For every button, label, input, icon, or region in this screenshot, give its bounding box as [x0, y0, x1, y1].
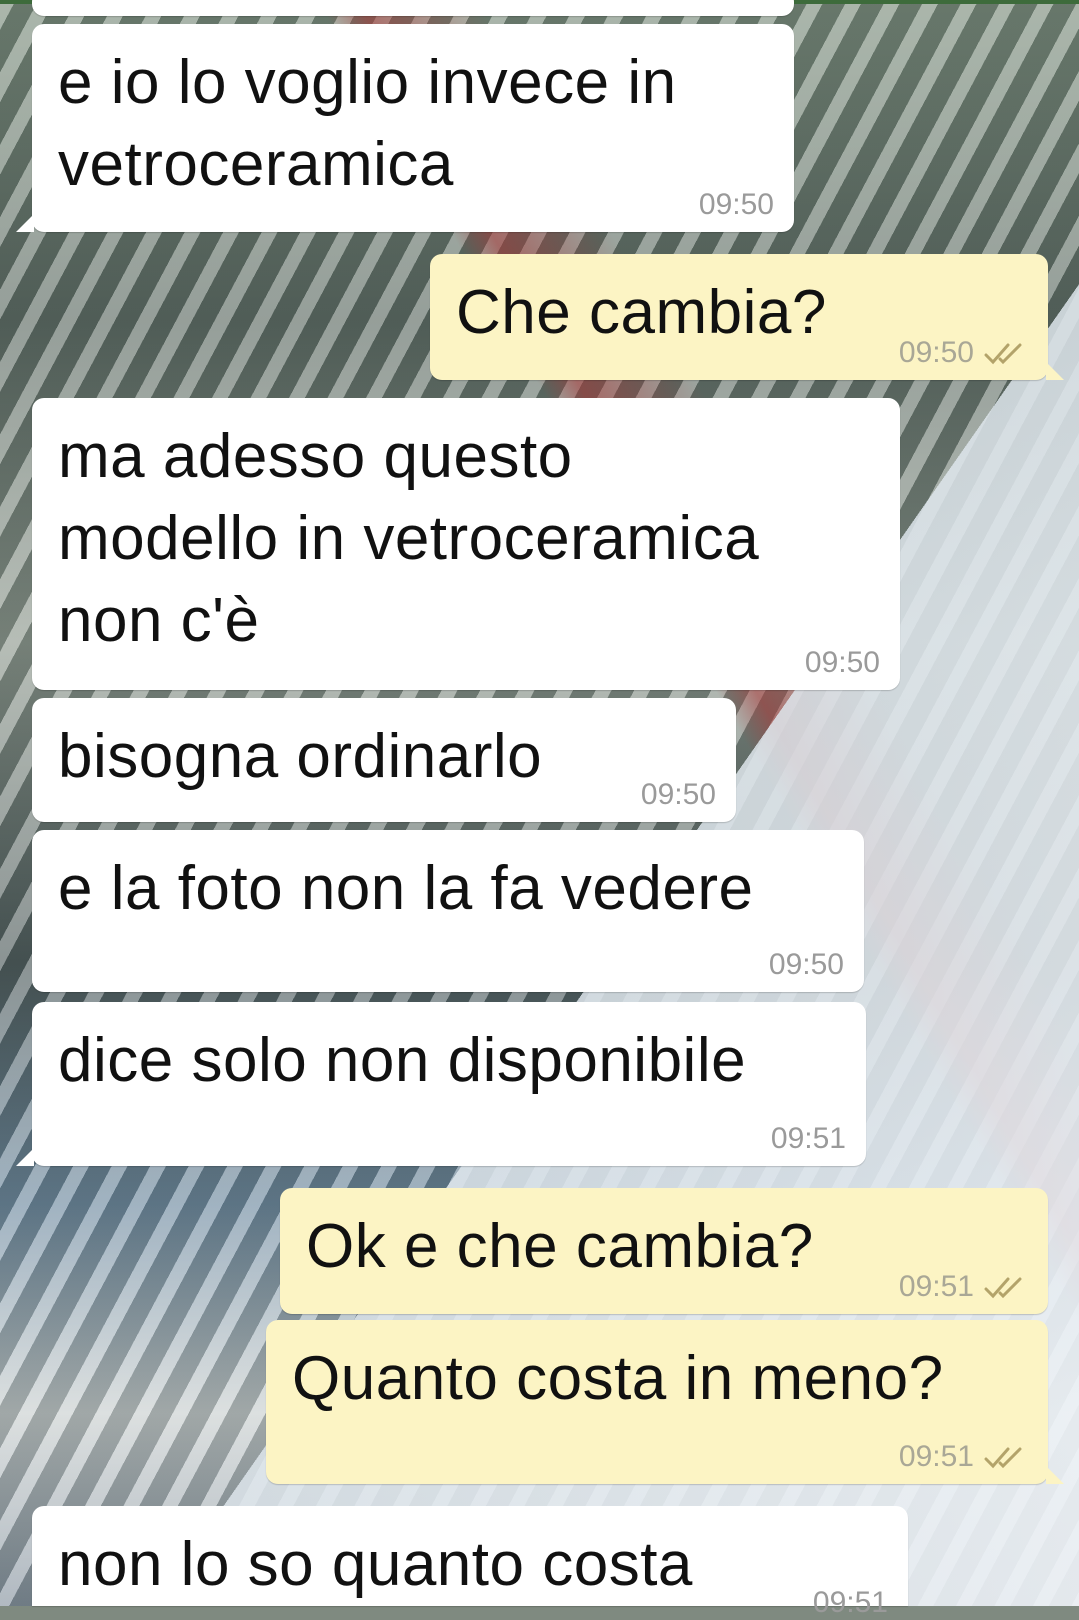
message-time: 09:50 [640, 778, 716, 811]
partial-message-bubble [32, 0, 794, 16]
outgoing-message[interactable]: Quanto costa in meno? 09:51 [266, 1320, 1064, 1484]
message-text: non lo so quanto costa [58, 1530, 693, 1599]
message-time: 09:51 [812, 1586, 888, 1619]
incoming-message[interactable]: ma adesso questo modello in vetroceramic… [32, 398, 900, 690]
message-meta: 09:50 [699, 188, 774, 222]
message-text: ma adesso questo modello in vetroceramic… [58, 422, 760, 655]
incoming-message[interactable]: e io lo voglio invece in vetroceramica 0… [16, 24, 794, 232]
message-meta: 09:51 [771, 1122, 846, 1156]
incoming-message[interactable]: non lo so quanto costa 09:51 [32, 1506, 908, 1619]
incoming-message[interactable]: e la foto non la fa vedere 09:50 [32, 830, 864, 992]
message-text: e io lo voglio invece in vetroceramica [58, 48, 677, 199]
message-text: Ok e che cambia? [306, 1212, 814, 1281]
outgoing-message[interactable]: Che cambia? 09:50 [430, 254, 1064, 380]
message-time: 09:51 [898, 1440, 974, 1473]
message-text: dice solo non disponibile [58, 1026, 747, 1095]
message-time: 09:50 [698, 188, 774, 221]
message-meta: 09:51 [813, 1586, 888, 1620]
incoming-message[interactable]: dice solo non disponibile 09:51 [16, 1002, 866, 1166]
message-text: Quanto costa in meno? [292, 1344, 944, 1413]
message-time: 09:51 [770, 1122, 846, 1155]
incoming-message[interactable]: bisogna ordinarlo 09:50 [32, 698, 736, 822]
double-check-icon [984, 1447, 1022, 1469]
double-check-icon [984, 343, 1022, 365]
message-text: Che cambia? [456, 278, 827, 347]
message-meta: 09:50 [641, 778, 716, 812]
double-check-icon [984, 1277, 1022, 1299]
message-time: 09:50 [804, 646, 880, 679]
message-time: 09:51 [898, 1270, 974, 1303]
message-meta: 09:50 [899, 336, 1028, 370]
message-text: bisogna ordinarlo [58, 722, 543, 791]
message-meta: 09:51 [899, 1440, 1028, 1474]
message-meta: 09:51 [899, 1270, 1028, 1304]
message-meta: 09:50 [769, 948, 844, 982]
outgoing-message[interactable]: Ok e che cambia? 09:51 [280, 1188, 1048, 1314]
message-time: 09:50 [898, 336, 974, 369]
message-list[interactable]: e io lo voglio invece in vetroceramica 0… [0, 0, 1079, 1619]
message-time: 09:50 [768, 948, 844, 981]
message-meta: 09:50 [805, 646, 880, 680]
message-text: e la foto non la fa vedere [58, 854, 754, 923]
